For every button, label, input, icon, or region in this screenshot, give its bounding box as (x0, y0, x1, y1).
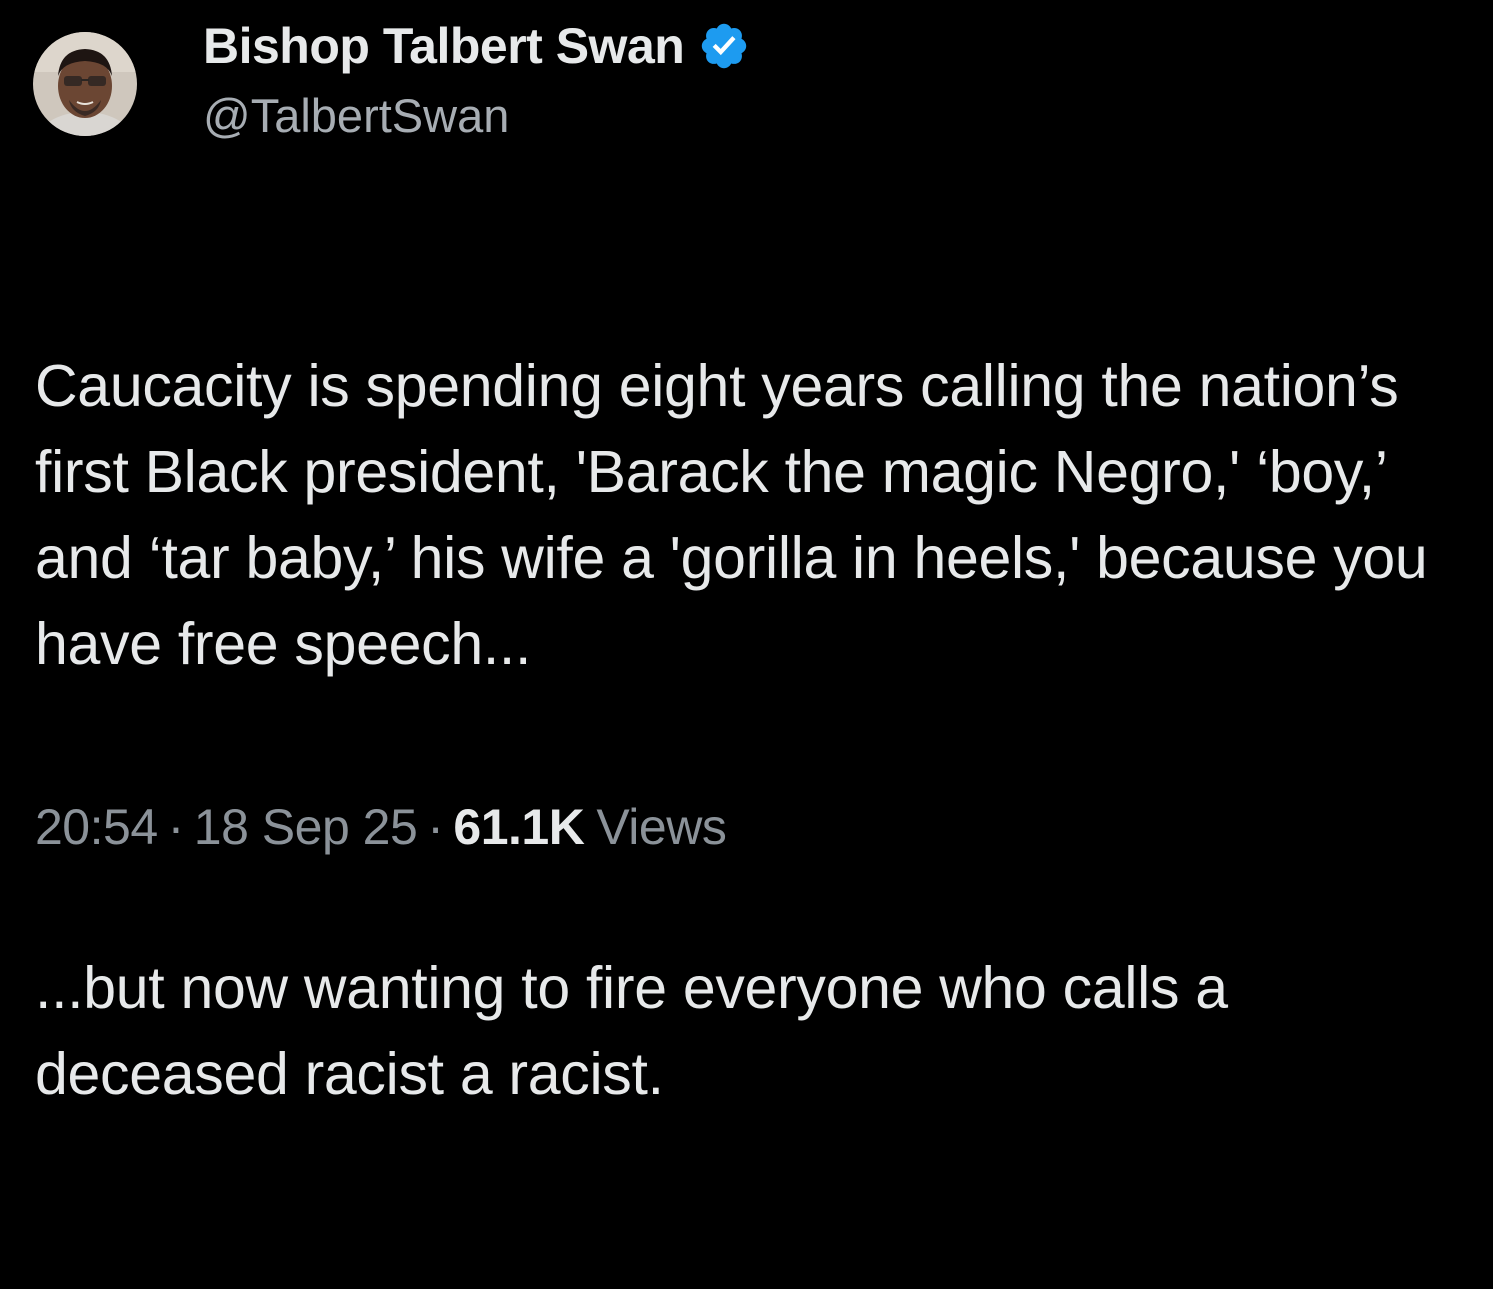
verified-badge-icon[interactable] (698, 20, 750, 72)
author-name-row: Bishop Talbert Swan (203, 16, 750, 76)
avatar[interactable] (33, 32, 137, 136)
meta-separator: · (167, 799, 185, 855)
tweet-date[interactable]: 18 Sep 25 (194, 799, 418, 855)
avatar-image (33, 32, 137, 136)
tweet-paragraph: ...but now wanting to fire everyone who … (35, 955, 1244, 1107)
author-block[interactable]: Bishop Talbert Swan @TalbertSwan (203, 16, 750, 143)
views-count[interactable]: 61.1K (453, 799, 584, 855)
meta-separator: · (427, 799, 444, 855)
tweet-time[interactable]: 20:54 (35, 799, 158, 855)
tweet-text: Caucacity is spending eight years callin… (35, 171, 1485, 1289)
tweet: Bishop Talbert Swan @TalbertSwan Caucaci… (0, 0, 1493, 1107)
author-display-name[interactable]: Bishop Talbert Swan (203, 17, 685, 75)
views-label: Views (596, 799, 727, 855)
author-handle[interactable]: @TalbertSwan (203, 88, 750, 143)
tweet-meta: 20:54 · 18 Sep 25 · 61.1K Views (35, 798, 727, 856)
tweet-paragraph: Caucacity is spending eight years callin… (35, 353, 1444, 677)
